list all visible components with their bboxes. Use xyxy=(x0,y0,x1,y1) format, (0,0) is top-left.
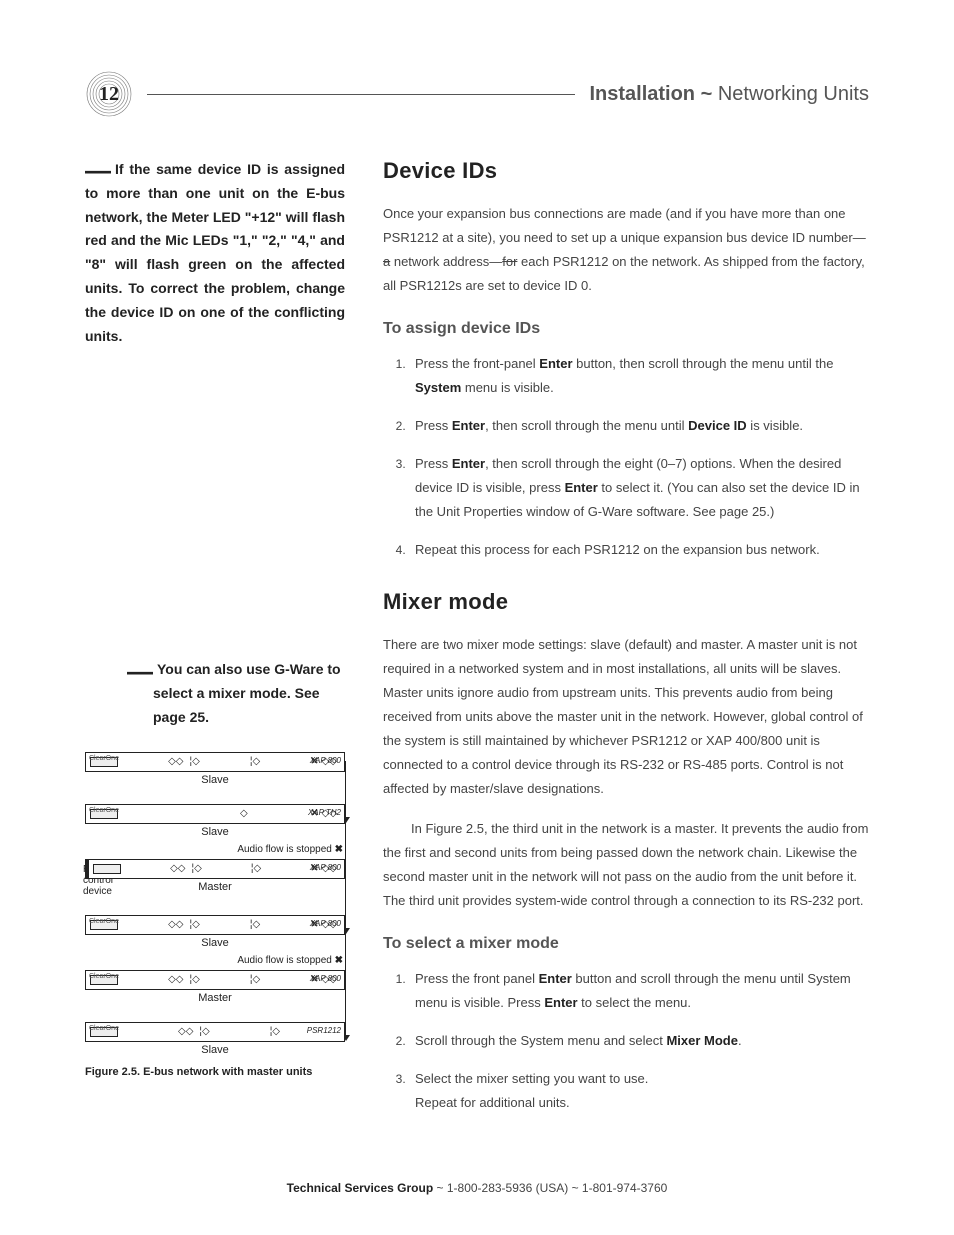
unit-row: ClearOne ◇◇¦◇ ¦◇ ✕◇◇ XAP 800 xyxy=(85,915,345,935)
margin-note-gware: —You can also use G-Ware to select a mix… xyxy=(85,658,345,729)
section-breadcrumb: Installation ~ Networking Units xyxy=(589,83,869,106)
step: Scroll through the System menu and selec… xyxy=(409,1029,869,1053)
note-dash-icon: — xyxy=(85,155,115,185)
unit-label: Slave xyxy=(85,774,345,786)
margin-note-1-text: If the same device ID is assigned to mor… xyxy=(85,161,345,344)
heading-mixer-mode: Mixer mode xyxy=(383,589,869,615)
unit-row: ClearOne ◇◇¦◇ ¦◇ ✕◇◇ XAP 800 xyxy=(85,970,345,990)
header-strong: Installation xyxy=(589,83,695,105)
audio-stopped-1: Audio flow is stopped ✖ xyxy=(85,844,345,855)
header-light: Networking Units xyxy=(718,83,869,105)
mixer-mode-p1: There are two mixer mode settings: slave… xyxy=(383,633,869,801)
header-sep: ~ xyxy=(695,83,718,105)
unit-label: Slave xyxy=(85,1044,345,1056)
step: Press the front-panel Enter button, then… xyxy=(409,352,869,400)
step: Repeat this process for each PSR1212 on … xyxy=(409,538,869,562)
steps-select-mixer-mode: Press the front panel Enter button and s… xyxy=(383,967,869,1115)
heading-assign-device-ids: To assign device IDs xyxy=(383,320,869,338)
steps-assign-device-ids: Press the front-panel Enter button, then… xyxy=(383,352,869,562)
audio-stopped-2: Audio flow is stopped ✖ xyxy=(85,955,345,966)
page-footer: Technical Services Group ~ 1-800-283-593… xyxy=(0,1181,954,1195)
margin-note-device-id: —If the same device ID is assigned to mo… xyxy=(85,158,345,348)
footer-phones: ~ 1-800-283-5936 (USA) ~ 1-801-974-3760 xyxy=(433,1181,667,1195)
figure-caption: Figure 2.5. E-bus network with master un… xyxy=(85,1066,345,1078)
note-dash-icon: — xyxy=(127,656,157,686)
step: Press the front panel Enter button and s… xyxy=(409,967,869,1015)
device-ids-intro: Once your expansion bus connections are … xyxy=(383,202,869,298)
unit-row: ◇◇¦◇ ¦◇ ✕◇◇ XAP 800 xyxy=(85,859,345,879)
unit-row: ClearOne ◇◇¦◇ ¦◇ PSR1212 xyxy=(85,1022,345,1042)
page-number: 12 xyxy=(85,70,133,118)
page-number-badge: 12 xyxy=(85,70,133,118)
step: Select the mixer setting you want to use… xyxy=(409,1067,869,1115)
footer-group: Technical Services Group xyxy=(287,1181,434,1195)
unit-label: Slave xyxy=(85,826,345,838)
mixer-mode-p2: In Figure 2.5, the third unit in the net… xyxy=(383,817,869,913)
step: Press Enter, then scroll through the men… xyxy=(409,414,869,438)
step: Press Enter, then scroll through the eig… xyxy=(409,452,869,524)
unit-label: Master xyxy=(85,992,345,1004)
figure-2-5: RS-232 control device ClearOne ◇◇¦◇ ¦◇ ✕… xyxy=(85,752,345,1078)
heading-select-mixer-mode: To select a mixer mode xyxy=(383,935,869,953)
header-rule xyxy=(147,94,575,95)
unit-row: ClearOne ◇✕◇◇ XAP TH2 xyxy=(85,804,345,824)
page-header: 12 Installation ~ Networking Units xyxy=(85,70,869,118)
unit-label: Slave xyxy=(85,937,345,949)
heading-device-ids: Device IDs xyxy=(383,158,869,184)
margin-note-2-text: You can also use G-Ware to select a mixe… xyxy=(153,661,341,725)
unit-label: Master xyxy=(85,881,345,893)
ebus-diagram: RS-232 control device ClearOne ◇◇¦◇ ¦◇ ✕… xyxy=(85,752,345,1056)
unit-row: ClearOne ◇◇¦◇ ¦◇ ✕◇◇ XAP 800 xyxy=(85,752,345,772)
